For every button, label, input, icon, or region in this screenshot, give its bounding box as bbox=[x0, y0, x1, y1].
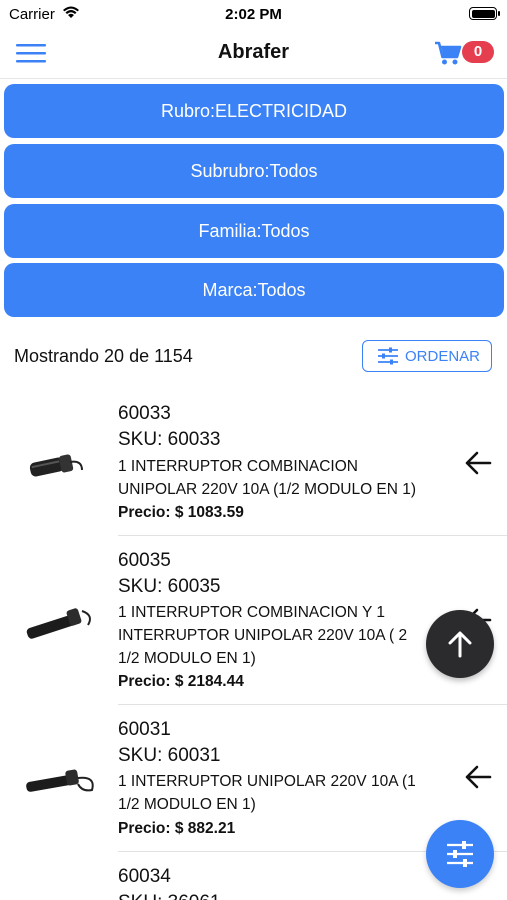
product-description: 1 INTERRUPTOR COMBINACION UNIPOLAR 220V … bbox=[118, 455, 448, 501]
arrow-left-icon[interactable] bbox=[464, 764, 492, 790]
product-code: 60035 bbox=[118, 550, 171, 571]
product-description-line: 1 INTERRUPTOR UNIPOLAR 220V 10A (1 bbox=[118, 773, 416, 790]
flashlight-image bbox=[26, 769, 94, 792]
product-price: Precio: $ 1083.59 bbox=[118, 504, 244, 521]
results-count-label: Mostrando 20 de 1154 bbox=[14, 346, 193, 366]
product-description-line: INTERRUPTOR UNIPOLAR 220V 10A ( 2 bbox=[118, 627, 408, 644]
product-sku: SKU: 60035 bbox=[118, 576, 221, 597]
product-sku: SKU: 60033 bbox=[118, 429, 221, 450]
product-price: Precio: $ 882.21 bbox=[118, 820, 236, 837]
product-code: 60031 bbox=[118, 719, 171, 740]
product-price: Precio: $ 2184.44 bbox=[118, 673, 244, 690]
product-description-line: 1/2 MODULO EN 1) bbox=[118, 650, 256, 667]
list-divider bbox=[118, 535, 507, 536]
product-sku: SKU: 36061 bbox=[118, 892, 220, 900]
filter-subrubro-button[interactable]: Subrubro:Todos bbox=[4, 144, 504, 198]
scroll-to-top-button[interactable] bbox=[426, 610, 494, 678]
product-description-line: 1 INTERRUPTOR COMBINACION bbox=[118, 458, 358, 475]
product-list-item[interactable]: 60033 SKU: 60033 1 INTERRUPTOR COMBINACI… bbox=[0, 398, 507, 536]
arrow-left-icon[interactable] bbox=[464, 450, 492, 476]
filter-marca-button[interactable]: Marca:Todos bbox=[4, 263, 504, 317]
product-description: 1 INTERRUPTOR COMBINACION Y 1 INTERRUPTO… bbox=[118, 601, 448, 670]
flashlight-image bbox=[29, 454, 83, 477]
product-code: 60034 bbox=[118, 866, 171, 887]
battery-icon bbox=[469, 7, 500, 20]
product-description: 1 INTERRUPTOR UNIPOLAR 220V 10A (1 1/2 M… bbox=[118, 770, 448, 816]
product-code: 60033 bbox=[118, 403, 171, 424]
sort-button[interactable]: ORDENAR bbox=[362, 340, 492, 372]
flashlight-image bbox=[26, 608, 91, 639]
filter-fab-button[interactable] bbox=[426, 820, 494, 888]
product-description-line: UNIPOLAR 220V 10A (1/2 MODULO EN 1) bbox=[118, 481, 417, 498]
product-list-item[interactable]: 60031 SKU: 60031 1 INTERRUPTOR UNIPOLAR … bbox=[0, 714, 507, 852]
product-description-line: 1 INTERRUPTOR COMBINACION Y 1 bbox=[118, 604, 385, 621]
sliders-icon bbox=[378, 347, 398, 365]
filter-familia-button[interactable]: Familia:Todos bbox=[4, 204, 504, 258]
clock: 2:02 PM bbox=[225, 6, 282, 23]
arrow-up-icon bbox=[448, 631, 472, 658]
app-title: Abrafer bbox=[217, 41, 290, 63]
filter-rubro-button[interactable]: Rubro:ELECTRICIDAD bbox=[4, 84, 504, 138]
product-description-line: 1/2 MODULO EN 1) bbox=[118, 796, 256, 813]
cart-icon[interactable] bbox=[434, 40, 462, 66]
sliders-icon bbox=[447, 841, 473, 867]
top-navigation-bar: Abrafer 0 bbox=[0, 28, 507, 79]
cart-count-badge[interactable]: 0 bbox=[462, 41, 494, 63]
status-bar: Carrier 2:02 PM bbox=[0, 0, 507, 28]
product-sku: SKU: 60031 bbox=[118, 745, 221, 766]
list-divider bbox=[118, 704, 507, 705]
sort-label: ORDENAR bbox=[405, 348, 481, 365]
